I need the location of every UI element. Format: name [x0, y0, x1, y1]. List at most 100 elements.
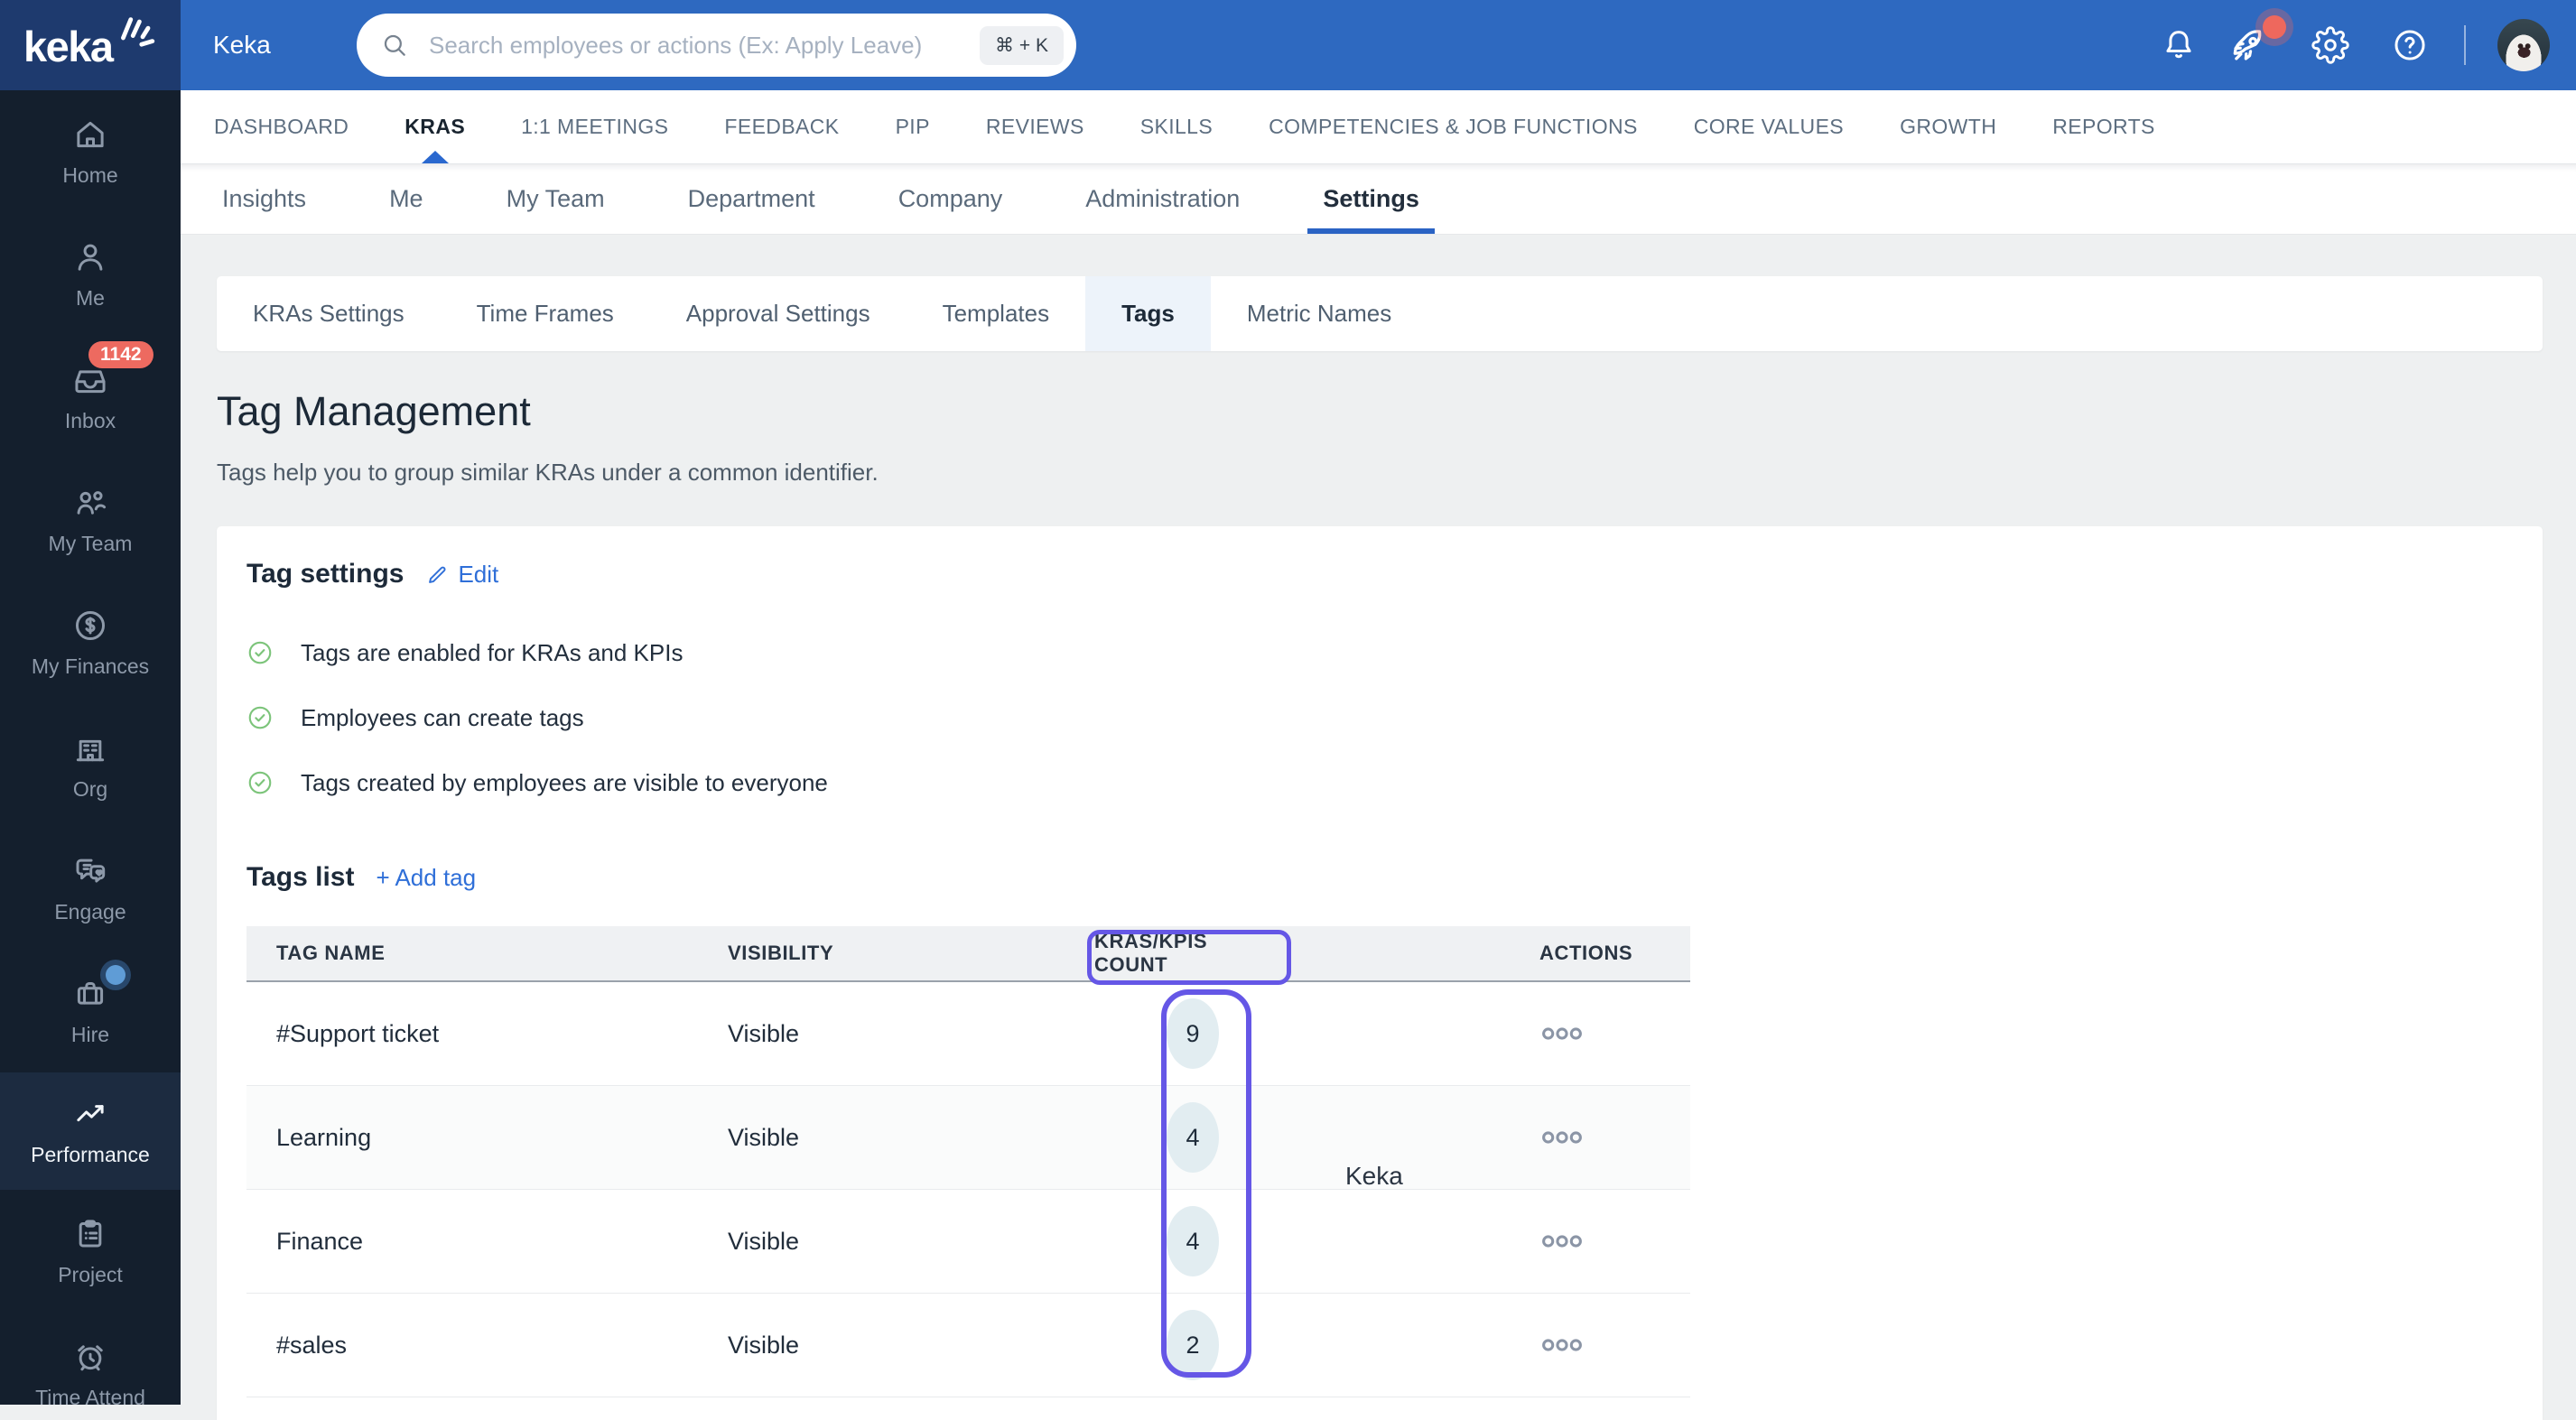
- settings-gear-icon[interactable]: [2311, 26, 2349, 64]
- subnav-department[interactable]: Department: [646, 164, 857, 234]
- search-shortcut-badge: ⌘ + K: [980, 25, 1064, 65]
- tag-name: Learning: [276, 1123, 372, 1151]
- more-actions-icon: [1542, 1339, 1582, 1351]
- help-icon[interactable]: [2391, 26, 2429, 64]
- nav-reviews[interactable]: REVIEWS: [958, 90, 1112, 163]
- nav-feedback[interactable]: FEEDBACK: [696, 90, 867, 163]
- subnav-administration[interactable]: Administration: [1044, 164, 1281, 234]
- more-actions-icon: [1542, 1027, 1582, 1040]
- edit-tag-settings-button[interactable]: Edit: [425, 561, 498, 589]
- sidebar-item-project[interactable]: Project: [0, 1190, 181, 1313]
- keka-logo-text: keka: [23, 23, 114, 70]
- nav-kras[interactable]: KRAS: [377, 90, 493, 163]
- app-name: Keka: [213, 31, 271, 59]
- dollar-circle-icon: [75, 610, 106, 641]
- topbar-divider: [2464, 25, 2466, 65]
- check-circle-icon: [248, 771, 272, 794]
- subnav-insights[interactable]: Insights: [181, 164, 348, 234]
- nav-pip[interactable]: PIP: [868, 90, 958, 163]
- row-actions-button[interactable]: [1541, 1127, 1583, 1148]
- keka-spark-icon: [116, 7, 159, 47]
- table-row: #Support ticket Visible 9: [246, 982, 1690, 1086]
- keka-watermark: Keka: [1345, 1162, 1403, 1190]
- table-row: Finance Visible 4: [246, 1190, 1690, 1294]
- tag-setting-rule: Employees can create tags: [246, 698, 584, 738]
- add-tag-button[interactable]: + Add tag: [376, 864, 476, 892]
- person-icon: [78, 244, 103, 271]
- row-actions-button[interactable]: [1541, 1023, 1583, 1044]
- tag-visibility: Visible: [728, 1227, 800, 1255]
- tab-templates[interactable]: Templates: [907, 276, 1086, 351]
- nav-reports[interactable]: REPORTS: [2024, 90, 2183, 163]
- top-bar: keka Keka ⌘ + K: [0, 0, 2576, 90]
- kras-kpis-count: 9: [1167, 998, 1219, 1069]
- page-subtitle: Tags help you to group similar KRAs unde…: [217, 459, 879, 486]
- tag-setting-rule: Tags created by employees are visible to…: [246, 763, 828, 803]
- kras-kpis-count: 4: [1167, 1206, 1219, 1276]
- tags-list-heading: Tags list: [246, 862, 355, 892]
- table-row: #sales Visible 2: [246, 1294, 1690, 1397]
- subnav-company[interactable]: Company: [857, 164, 1045, 234]
- notifications-bell-icon[interactable]: [2160, 26, 2198, 64]
- settings-tab-strip: KRAs Settings Time Frames Approval Setti…: [217, 276, 2543, 351]
- tag-visibility: Visible: [728, 1019, 800, 1047]
- sidebar-item-me[interactable]: Me: [0, 213, 181, 336]
- rocket-notification-dot: [2263, 15, 2286, 39]
- row-actions-button[interactable]: [1541, 1230, 1583, 1252]
- nav-competencies[interactable]: COMPETENCIES & JOB FUNCTIONS: [1241, 90, 1666, 163]
- sidebar-item-home[interactable]: Home: [0, 90, 181, 213]
- tag-settings-header: Tag settings Edit: [246, 559, 498, 589]
- subnav-settings[interactable]: Settings: [1281, 164, 1461, 234]
- sidebar-item-performance[interactable]: Performance: [0, 1072, 181, 1190]
- tab-time-frames[interactable]: Time Frames: [441, 276, 650, 351]
- keka-logo[interactable]: keka: [0, 0, 181, 90]
- sidebar-item-time-attend[interactable]: Time Attend: [0, 1313, 181, 1405]
- sidebar-item-org[interactable]: Org: [0, 704, 181, 827]
- team-icon: [77, 491, 107, 515]
- nav-skills[interactable]: SKILLS: [1112, 90, 1241, 163]
- kras-sub-nav: Insights Me My Team Department Company A…: [181, 164, 2576, 235]
- search-icon: [380, 31, 409, 60]
- tab-metric-names[interactable]: Metric Names: [1211, 276, 1427, 351]
- tags-table: TAG NAME VISIBILITY KRAS/KPIS COUNT ACTI…: [246, 926, 1690, 1397]
- sidebar-item-hire[interactable]: Hire: [0, 950, 181, 1072]
- sidebar-item-engage[interactable]: Engage: [0, 827, 181, 950]
- user-avatar[interactable]: [2497, 19, 2550, 71]
- tags-table-header: TAG NAME VISIBILITY KRAS/KPIS COUNT ACTI…: [246, 926, 1690, 982]
- tag-name: Finance: [276, 1227, 364, 1255]
- nav-growth[interactable]: GROWTH: [1872, 90, 2024, 163]
- alarm-clock-icon: [78, 1345, 103, 1371]
- tab-kras-settings[interactable]: KRAs Settings: [217, 276, 441, 351]
- sidebar-item-inbox[interactable]: 1142 Inbox: [0, 336, 181, 459]
- home-icon: [77, 121, 104, 148]
- sidebar-item-my-team[interactable]: My Team: [0, 459, 181, 581]
- tags-list-header: Tags list + Add tag: [246, 862, 476, 893]
- table-row: Learning Visible 4: [246, 1086, 1690, 1190]
- tab-approval-settings[interactable]: Approval Settings: [650, 276, 907, 351]
- global-search[interactable]: ⌘ + K: [357, 14, 1076, 77]
- nav-core-values[interactable]: CORE VALUES: [1666, 90, 1872, 163]
- inbox-count-badge: 1142: [88, 341, 153, 368]
- tag-setting-rule: Tags are enabled for KRAs and KPIs: [246, 633, 683, 673]
- subnav-me[interactable]: Me: [348, 164, 465, 234]
- col-kras-kpis-count: KRAS/KPIS COUNT: [1094, 930, 1208, 976]
- pencil-icon: [429, 566, 446, 583]
- row-actions-button[interactable]: [1541, 1334, 1583, 1356]
- search-input[interactable]: [427, 30, 963, 60]
- building-icon: [76, 739, 105, 762]
- tag-settings-heading: Tag settings: [246, 559, 405, 589]
- kras-kpis-count: 2: [1167, 1310, 1219, 1380]
- hire-notification-dot: [106, 965, 126, 985]
- nav-1-1-meetings[interactable]: 1:1 MEETINGS: [493, 90, 696, 163]
- nav-dashboard[interactable]: DASHBOARD: [186, 90, 377, 163]
- col-visibility: VISIBILITY: [728, 942, 834, 964]
- performance-main-nav: DASHBOARD KRAS 1:1 MEETINGS FEEDBACK PIP…: [181, 90, 2576, 164]
- sidebar-item-my-finances[interactable]: My Finances: [0, 581, 181, 704]
- engage-chat-icon: [76, 858, 106, 883]
- subnav-my-team[interactable]: My Team: [465, 164, 646, 234]
- tab-tags[interactable]: Tags: [1085, 276, 1211, 351]
- more-actions-icon: [1542, 1235, 1582, 1248]
- sidebar: Home Me 1142 Inbox My Team My Finances O…: [0, 90, 181, 1405]
- tag-name: #sales: [276, 1331, 348, 1359]
- check-circle-icon: [248, 706, 272, 729]
